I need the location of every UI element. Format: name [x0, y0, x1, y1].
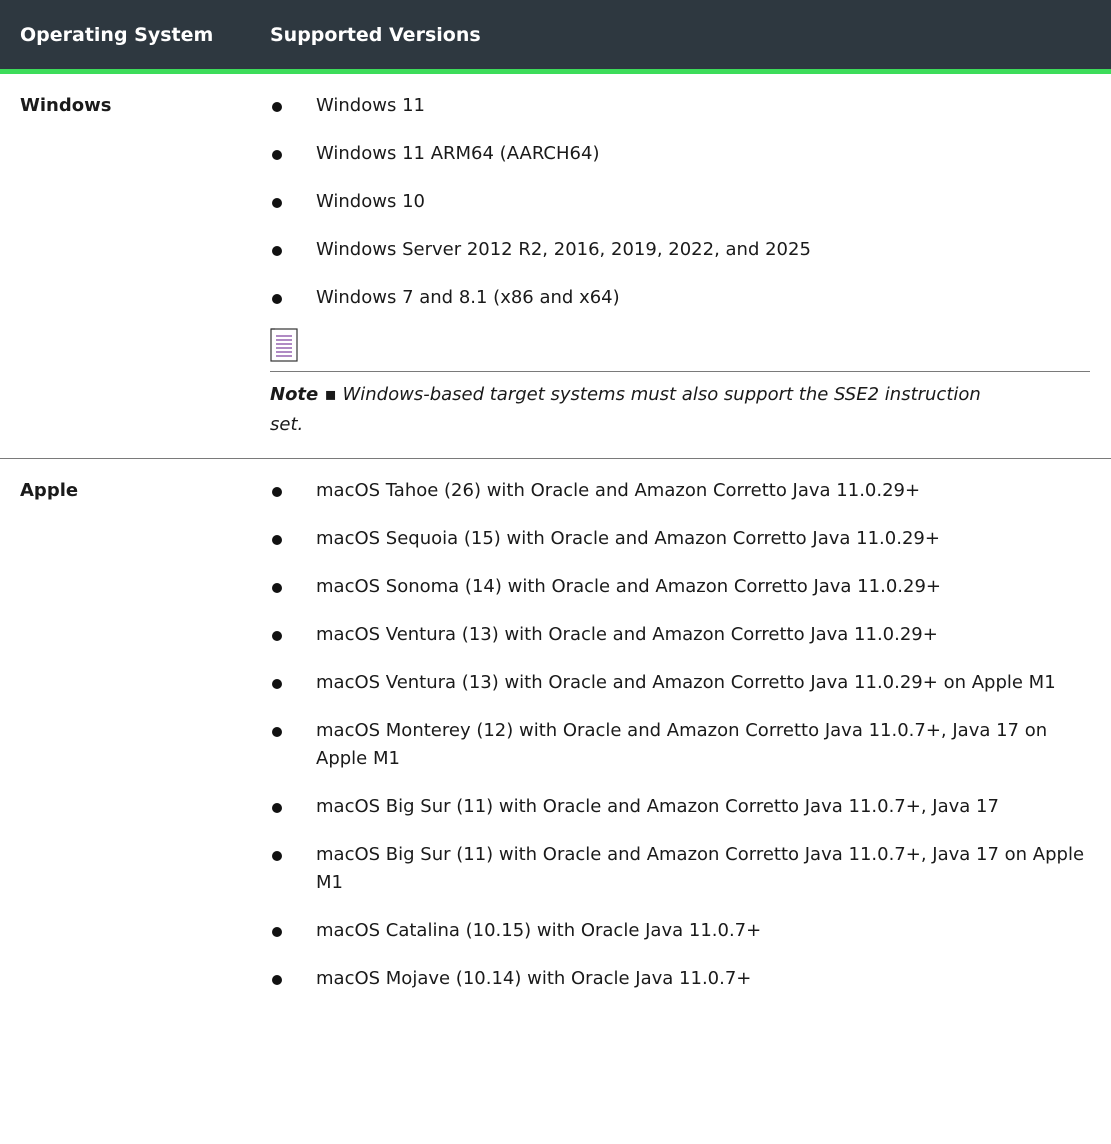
bullet-icon	[272, 487, 282, 497]
list-item: Windows 11	[270, 92, 1090, 120]
version-text: Windows 10	[316, 191, 425, 212]
list-item: macOS Mojave (10.14) with Oracle Java 11…	[270, 965, 1090, 993]
version-text: Windows 11	[316, 95, 425, 116]
column-header-supported-versions: Supported Versions	[270, 23, 481, 46]
table-row-apple: Apple macOS Tahoe (26) with Oracle and A…	[0, 459, 1111, 1013]
bullet-icon	[272, 679, 282, 689]
bullet-icon	[272, 246, 282, 256]
bullet-icon	[272, 803, 282, 813]
list-item: Windows Server 2012 R2, 2016, 2019, 2022…	[270, 236, 1090, 264]
list-item: macOS Ventura (13) with Oracle and Amazo…	[270, 621, 1090, 649]
list-item: Windows 10	[270, 188, 1090, 216]
list-item: macOS Catalina (10.15) with Oracle Java …	[270, 917, 1090, 945]
list-item: Windows 7 and 8.1 (x86 and x64)	[270, 284, 1090, 312]
bullet-icon	[272, 927, 282, 937]
list-item: macOS Sonoma (14) with Oracle and Amazon…	[270, 573, 1090, 601]
version-text: Windows Server 2012 R2, 2016, 2019, 2022…	[316, 239, 811, 260]
list-item: macOS Monterey (12) with Oracle and Amaz…	[270, 717, 1090, 773]
bullet-icon	[272, 631, 282, 641]
list-item: Windows 11 ARM64 (AARCH64)	[270, 140, 1090, 168]
versions-cell-apple: macOS Tahoe (26) with Oracle and Amazon …	[270, 471, 1100, 1013]
version-list-windows: Windows 11 Windows 11 ARM64 (AARCH64) Wi…	[270, 92, 1090, 312]
list-item: macOS Big Sur (11) with Oracle and Amazo…	[270, 793, 1090, 821]
bullet-icon	[272, 851, 282, 861]
version-text: macOS Tahoe (26) with Oracle and Amazon …	[316, 480, 921, 501]
version-text: Windows 7 and 8.1 (x86 and x64)	[316, 287, 620, 308]
version-text: macOS Sonoma (14) with Oracle and Amazon…	[316, 576, 941, 597]
table-header: Operating System Supported Versions	[0, 0, 1111, 74]
column-header-operating-system: Operating System	[20, 23, 214, 46]
bullet-icon	[272, 535, 282, 545]
version-text: Windows 11 ARM64 (AARCH64)	[316, 143, 600, 164]
bullet-icon	[272, 583, 282, 593]
note-icon	[270, 328, 298, 362]
version-text: macOS Big Sur (11) with Oracle and Amazo…	[316, 796, 999, 817]
os-name-windows: Windows	[20, 95, 112, 116]
bullet-icon	[272, 150, 282, 160]
versions-cell-windows: Windows 11 Windows 11 ARM64 (AARCH64) Wi…	[270, 86, 1100, 440]
list-item: macOS Tahoe (26) with Oracle and Amazon …	[270, 477, 1090, 505]
version-text: macOS Ventura (13) with Oracle and Amazo…	[316, 624, 938, 645]
bullet-icon	[272, 102, 282, 112]
note-icon-container	[270, 328, 1090, 372]
table-row-windows: Windows Windows 11 Windows 11 ARM64 (AAR…	[0, 74, 1111, 459]
note-text: Note ▪ Windows-based target systems must…	[270, 380, 990, 440]
version-text: macOS Sequoia (15) with Oracle and Amazo…	[316, 528, 940, 549]
list-item: macOS Ventura (13) with Oracle and Amazo…	[270, 669, 1090, 697]
note-label: Note ▪	[270, 384, 337, 405]
version-text: macOS Mojave (10.14) with Oracle Java 11…	[316, 968, 752, 989]
bullet-icon	[272, 727, 282, 737]
version-text: macOS Big Sur (11) with Oracle and Amazo…	[316, 844, 1085, 893]
list-item: macOS Big Sur (11) with Oracle and Amazo…	[270, 841, 1090, 897]
version-text: macOS Monterey (12) with Oracle and Amaz…	[316, 720, 1048, 769]
bullet-icon	[272, 294, 282, 304]
bullet-icon	[272, 198, 282, 208]
bullet-icon	[272, 975, 282, 985]
supported-os-table: Operating System Supported Versions Wind…	[0, 0, 1111, 1013]
os-name-apple: Apple	[20, 480, 79, 501]
version-text: macOS Catalina (10.15) with Oracle Java …	[316, 920, 762, 941]
version-text: macOS Ventura (13) with Oracle and Amazo…	[316, 672, 1056, 693]
version-list-apple: macOS Tahoe (26) with Oracle and Amazon …	[270, 477, 1090, 993]
note-body: Windows-based target systems must also s…	[270, 384, 981, 435]
list-item: macOS Sequoia (15) with Oracle and Amazo…	[270, 525, 1090, 553]
